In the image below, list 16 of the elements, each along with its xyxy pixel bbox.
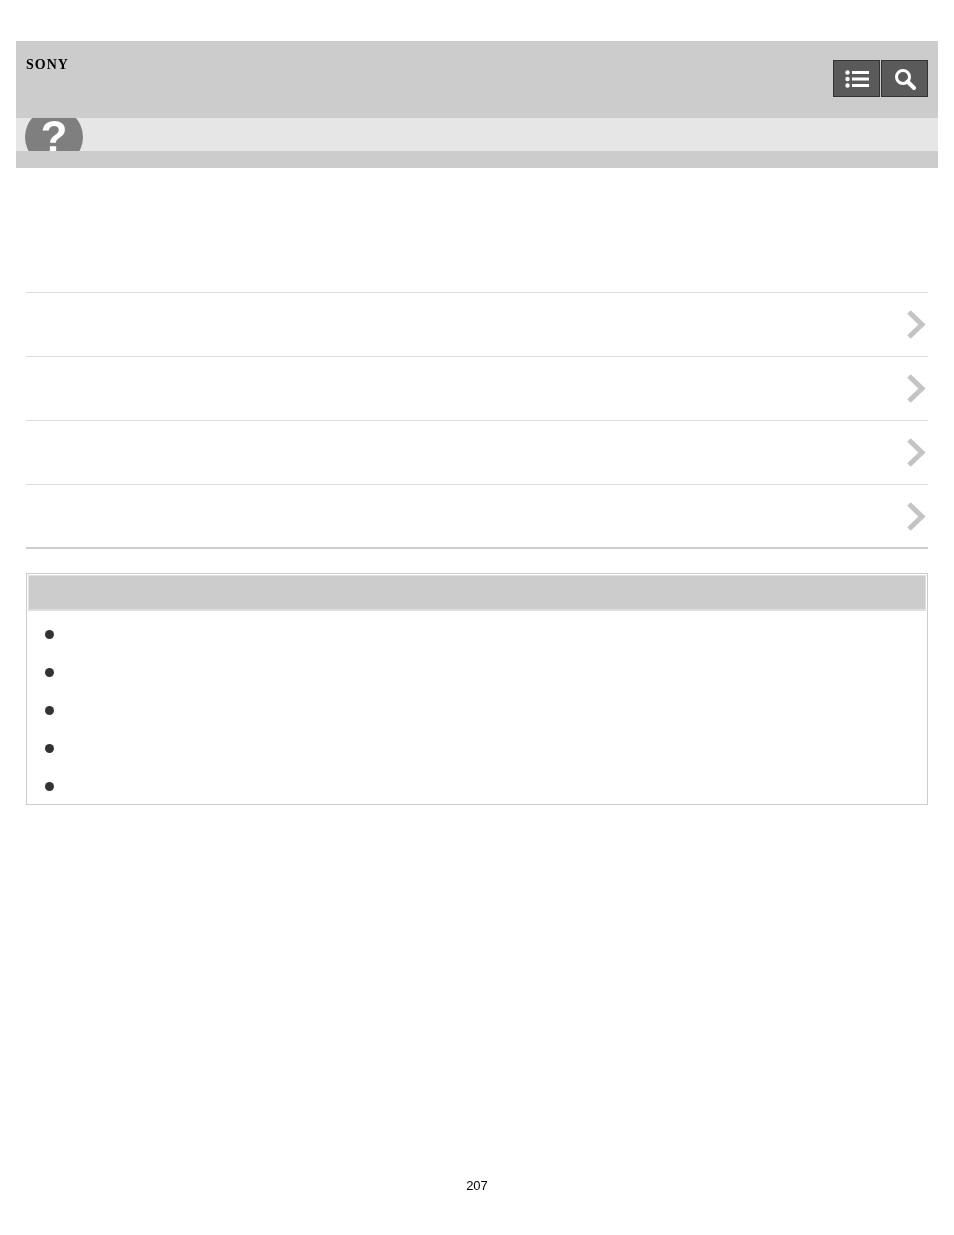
- bullet-icon: [45, 630, 54, 639]
- contents-button[interactable]: [833, 60, 880, 97]
- bullet-icon: [45, 668, 54, 677]
- bullet-icon: [45, 706, 54, 715]
- help-icon: ?: [25, 118, 83, 151]
- page-number: 207: [466, 1177, 488, 1195]
- bullet-icon: [45, 782, 54, 791]
- search-icon: [893, 67, 916, 90]
- chevron-right-icon: [906, 500, 926, 532]
- chevron-right-icon: [906, 373, 926, 404]
- bullet-icon: [45, 744, 54, 753]
- chevron-right-icon: [906, 437, 926, 468]
- chevron-right-icon: [906, 309, 926, 340]
- list-icon: [844, 69, 869, 88]
- search-button[interactable]: [881, 60, 928, 97]
- brand-logo: SONY: [26, 56, 69, 74]
